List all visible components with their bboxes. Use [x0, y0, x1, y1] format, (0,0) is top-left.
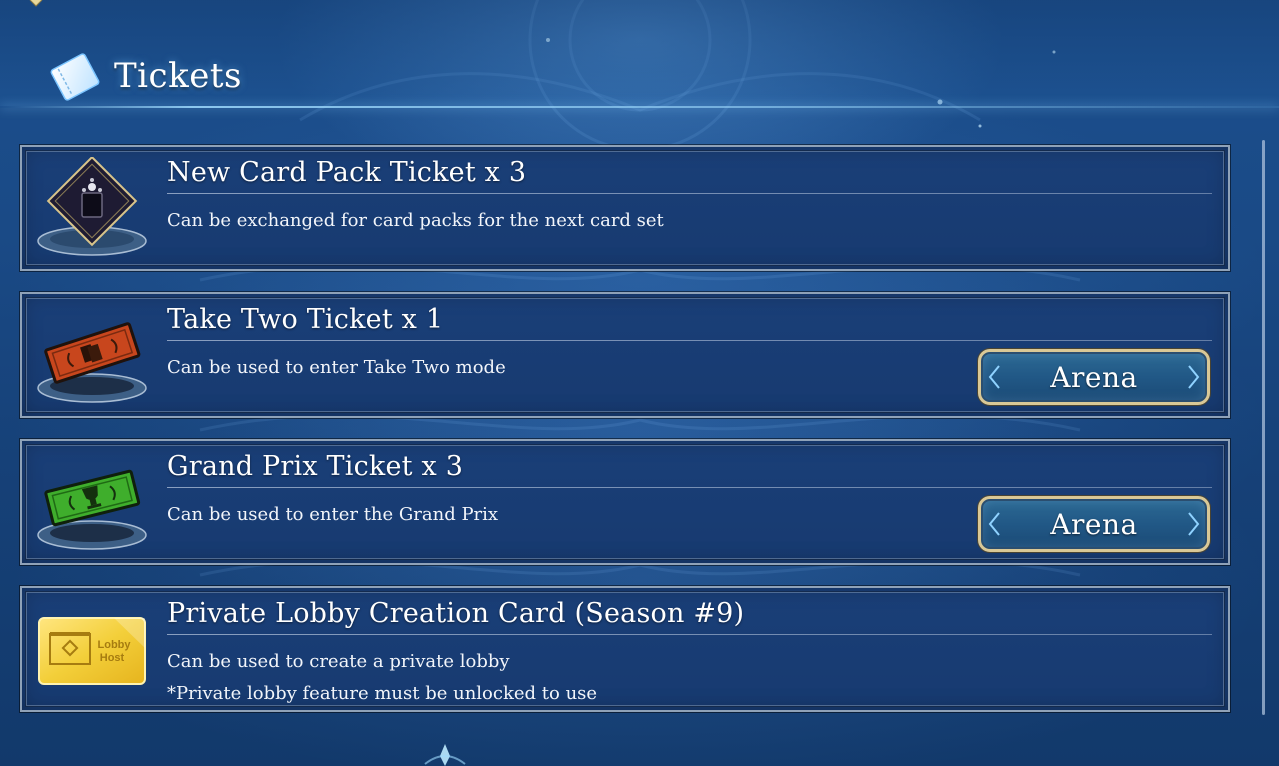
title-divider: [167, 487, 1212, 488]
ticket-title: Take Two Ticket x 1: [167, 304, 444, 335]
grand-prix-ticket-icon: [37, 469, 147, 550]
arena-button[interactable]: Arena: [978, 496, 1210, 552]
ticket-description: Can be used to enter the Grand Prix: [167, 499, 498, 531]
description-line: *Private lobby feature must be unlocked …: [167, 683, 598, 704]
description-line: Can be exchanged for card packs for the …: [167, 210, 664, 231]
chevron-right-icon: [1188, 365, 1200, 389]
ticket-description: Can be exchanged for card packs for the …: [167, 205, 664, 237]
description-line: Can be used to create a private lobby: [167, 651, 510, 672]
lobby-host-card-icon: Lobby Host: [38, 617, 146, 685]
title-divider: [167, 634, 1212, 635]
chevron-left-icon: [988, 365, 1000, 389]
arena-button-label: Arena: [1050, 507, 1138, 541]
header-divider: [0, 106, 1279, 108]
card-pack-ticket-icon: [37, 157, 147, 256]
ticket-card-grand-prix: Grand Prix Ticket x 3 Can be used to ent…: [20, 439, 1230, 565]
ticket-icon: [50, 53, 100, 101]
arena-button-label: Arena: [1050, 360, 1138, 394]
star-icon: [29, 0, 43, 7]
title-divider: [167, 193, 1212, 194]
description-line: Can be used to enter Take Two mode: [167, 357, 506, 378]
chevron-left-icon: [988, 512, 1000, 536]
ticket-title: Grand Prix Ticket x 3: [167, 451, 464, 482]
ticket-description: Can be used to create a private lobby *P…: [167, 646, 597, 710]
scrollbar[interactable]: [1262, 140, 1265, 715]
title-divider: [167, 340, 1212, 341]
ticket-title: Private Lobby Creation Card (Season #9): [167, 598, 745, 629]
ticket-card-new-card-pack: New Card Pack Ticket x 3 Can be exchange…: [20, 145, 1230, 271]
description-line: Can be used to enter the Grand Prix: [167, 504, 499, 525]
arena-button[interactable]: Arena: [978, 349, 1210, 405]
page-title: Tickets: [114, 56, 242, 96]
bottom-ornament: [424, 744, 466, 766]
ticket-card-private-lobby: Lobby Host Private Lobby Creation Card (…: [20, 586, 1230, 712]
take-two-ticket-icon: [37, 322, 147, 403]
lobby-icon-text: Lobby: [98, 639, 132, 651]
ticket-description: Can be used to enter Take Two mode: [167, 352, 506, 384]
ticket-title: New Card Pack Ticket x 3: [167, 157, 527, 188]
chevron-right-icon: [1188, 512, 1200, 536]
host-icon-text: Host: [100, 652, 125, 664]
ticket-card-take-two: Take Two Ticket x 1 Can be used to enter…: [20, 292, 1230, 418]
